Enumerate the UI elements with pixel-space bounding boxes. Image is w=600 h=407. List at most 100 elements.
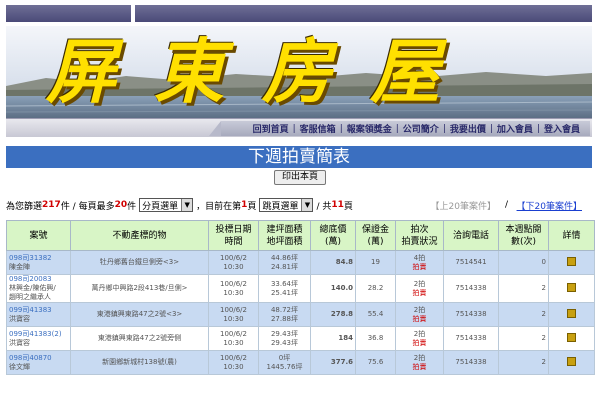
detail-doc-icon[interactable]	[567, 308, 576, 318]
phone-cell: 7514338	[443, 274, 499, 303]
case-number-link[interactable]: 099司41383(2)	[9, 330, 68, 339]
filter-info-bar: 為您篩選 217 件 / 每頁最多 20 件 分頁選單 ▼ ，目前在第 1 頁 跳…	[6, 198, 582, 212]
status-cell: 4拍 拍賣	[395, 250, 444, 275]
detail-doc-icon[interactable]	[567, 356, 576, 366]
area-cell: 0坪 1445.76坪	[258, 350, 311, 375]
detail-cell[interactable]	[548, 326, 595, 351]
date-cell: 100/6/2 10:30	[208, 302, 259, 327]
table-row: 098司20083 林興金/陳佑興/ 趙明之繼承人 萬丹鄉中興路2段413巷/旦側>…	[6, 274, 595, 303]
table-row: 098司31382 陳金陣 牡丹鄉舊台鐵旦側旁<3> 100/6/2 10:30 44.8…	[6, 250, 595, 275]
nav-report-reward-link[interactable]: 報案領獎金	[343, 122, 396, 135]
dropdown-arrow-icon: ▼	[181, 199, 193, 211]
price-cell: 84.8	[310, 250, 356, 275]
page-title: 下週拍賣簡表	[6, 146, 592, 168]
deposit-cell: 36.8	[355, 326, 396, 351]
print-page-button[interactable]: 印出本頁	[274, 170, 326, 185]
table-row: 098司40870 徐文輝 新園鄉新城村138號(農) 100/6/2 10:30 0坪 1…	[6, 350, 595, 375]
price-cell: 377.6	[310, 350, 356, 375]
detail-cell[interactable]	[548, 250, 595, 275]
case-number-link[interactable]: 099司41383	[9, 306, 68, 315]
nav-service-mail-link[interactable]: 客服信箱	[296, 122, 340, 135]
jump-select[interactable]: 跳頁選單 ▼	[259, 198, 314, 212]
next-page-link[interactable]: 【下20筆案件】	[517, 199, 582, 212]
status-cell: 2拍 拍賣	[395, 326, 444, 351]
phone-cell: 7514338	[443, 302, 499, 327]
visits-cell: 2	[498, 326, 549, 351]
deposit-cell: 28.2	[355, 274, 396, 303]
top-header-segment-left	[6, 5, 131, 22]
case-cell: 099司41383(2) 洪寶容	[6, 326, 71, 351]
col-header-date: 投標日期 時間	[208, 220, 259, 251]
visits-cell: 2	[498, 350, 549, 375]
case-cell: 098司20083 林興金/陳佑興/ 趙明之繼承人	[6, 274, 71, 303]
auction-table: 案號 不動產標的物 投標日期 時間 建坪面積 地坪面積 總底價 (萬) 保證金 …	[6, 220, 595, 375]
col-header-price: 總底價 (萬)	[310, 220, 356, 251]
nav-bid-link[interactable]: 我要出價	[446, 122, 490, 135]
col-header-detail: 詳情	[548, 220, 595, 251]
nav-login-link[interactable]: 登入會員	[540, 122, 584, 135]
case-number-link[interactable]: 098司20083	[9, 276, 68, 285]
detail-cell[interactable]	[548, 274, 595, 303]
owner-name: 洪寶容	[9, 338, 30, 347]
date-cell: 100/6/2 10:30	[208, 274, 259, 303]
status-cell: 2拍 拍賣	[395, 350, 444, 375]
visits-cell: 2	[498, 274, 549, 303]
detail-cell[interactable]	[548, 302, 595, 327]
prev-page-link[interactable]: 【上20筆案件】	[431, 199, 496, 212]
deposit-cell: 19	[355, 250, 396, 275]
nav-join-link[interactable]: 加入會員	[493, 122, 537, 135]
owner-name: 徐文輝	[9, 362, 30, 371]
banner: 屏東房屋	[6, 26, 592, 118]
detail-doc-icon[interactable]	[567, 282, 576, 292]
nav-links: 回到首頁 | 客服信箱 | 報案領獎金 | 公司簡介 | 我要出價 | 加入會員 | 登入會…	[209, 121, 590, 136]
col-header-phone: 洽詢電話	[443, 220, 499, 251]
owner-name: 林興金/陳佑興/ 趙明之繼承人	[9, 284, 56, 301]
col-header-area: 建坪面積 地坪面積	[258, 220, 311, 251]
status-cell: 2拍 拍賣	[395, 274, 444, 303]
case-cell: 098司40870 徐文輝	[6, 350, 71, 375]
banner-title: 屏東房屋	[46, 30, 478, 113]
property-cell: 東港鎮興東路47之2號<3>	[70, 302, 209, 327]
phone-cell: 7514541	[443, 250, 499, 275]
col-header-property: 不動產標的物	[70, 220, 209, 251]
detail-doc-icon[interactable]	[567, 256, 576, 266]
case-number-link[interactable]: 098司40870	[9, 354, 68, 363]
area-cell: 48.72坪 27.88坪	[258, 302, 311, 327]
date-cell: 100/6/2 10:30	[208, 250, 259, 275]
date-cell: 100/6/2 10:30	[208, 350, 259, 375]
top-header-segment-right	[135, 5, 592, 22]
price-cell: 278.8	[310, 302, 356, 327]
col-header-case: 案號	[6, 220, 71, 251]
nav-home-link[interactable]: 回到首頁	[249, 122, 293, 135]
page-select[interactable]: 分頁選單 ▼	[139, 198, 194, 212]
area-cell: 29.43坪 29.43坪	[258, 326, 311, 351]
phone-cell: 7514338	[443, 326, 499, 351]
case-number-link[interactable]: 098司31382	[9, 254, 68, 263]
deposit-cell: 75.6	[355, 350, 396, 375]
table-row: 099司41383(2) 洪寶容 東港鎮興東路47之2號旁側 100/6/2 10:30…	[6, 326, 595, 351]
dropdown-arrow-icon: ▼	[301, 199, 313, 211]
detail-cell[interactable]	[548, 350, 595, 375]
property-cell: 萬丹鄉中興路2段413巷/旦側>	[70, 274, 209, 303]
nav-bar: 回到首頁 | 客服信箱 | 報案領獎金 | 公司簡介 | 我要出價 | 加入會員 | 登入會…	[6, 118, 592, 137]
price-cell: 140.0	[310, 274, 356, 303]
property-cell: 牡丹鄉舊台鐵旦側旁<3>	[70, 250, 209, 275]
col-header-deposit: 保證金 (萬)	[355, 220, 396, 251]
top-header-bar	[6, 5, 592, 22]
property-cell: 新園鄉新城村138號(農)	[70, 350, 209, 375]
owner-name: 陳金陣	[9, 262, 30, 271]
case-cell: 098司31382 陳金陣	[6, 250, 71, 275]
detail-doc-icon[interactable]	[567, 332, 576, 342]
area-cell: 44.86坪 24.81坪	[258, 250, 311, 275]
deposit-cell: 55.4	[355, 302, 396, 327]
per-page-count: 20	[114, 200, 128, 210]
visits-cell: 0	[498, 250, 549, 275]
area-cell: 33.64坪 25.41坪	[258, 274, 311, 303]
status-cell: 2拍 拍賣	[395, 302, 444, 327]
property-cell: 東港鎮興東路47之2號旁側	[70, 326, 209, 351]
table-header-row: 案號 不動產標的物 投標日期 時間 建坪面積 地坪面積 總底價 (萬) 保證金 …	[6, 220, 595, 251]
price-cell: 184	[310, 326, 356, 351]
nav-about-link[interactable]: 公司簡介	[399, 122, 443, 135]
date-cell: 100/6/2 10:30	[208, 326, 259, 351]
phone-cell: 7514338	[443, 350, 499, 375]
